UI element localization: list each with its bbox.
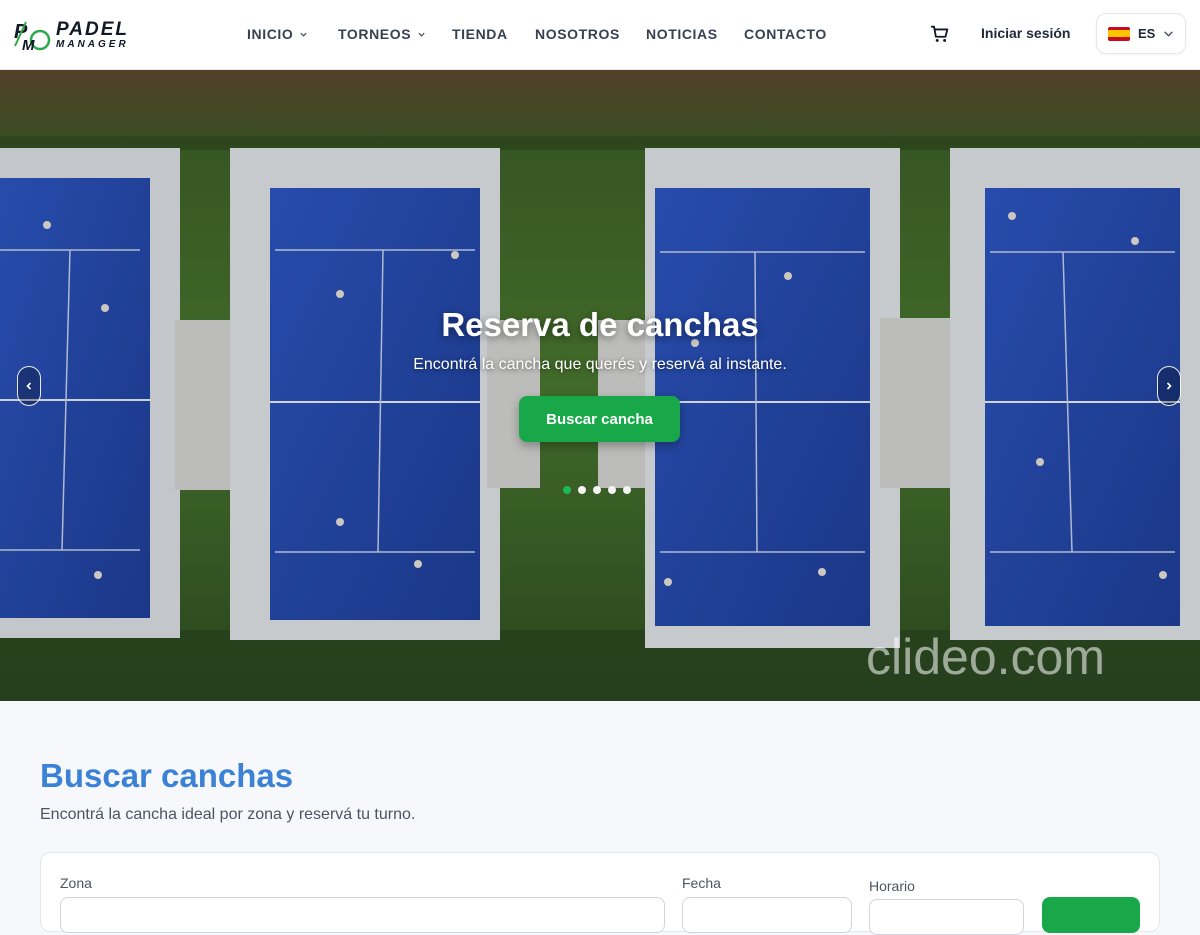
carousel-dot[interactable]: [608, 486, 616, 494]
chevron-down-icon: [300, 32, 308, 37]
nav-item-label: CONTACTO: [744, 26, 827, 42]
hero-subtitle: Encontrá la cancha que querés y reservá …: [413, 356, 787, 373]
nav-item-torneos[interactable]: TORNEOS: [338, 25, 426, 43]
find-court-button[interactable]: Buscar cancha: [519, 396, 680, 442]
zona-label: Zona: [60, 875, 92, 891]
top-navbar: P M PADEL MANAGER INICIO TORNEOS TIENDA …: [0, 0, 1200, 70]
spain-flag-icon: [1108, 26, 1130, 41]
nav-item-inicio[interactable]: INICIO: [247, 25, 308, 43]
search-submit-button[interactable]: [1042, 897, 1140, 933]
nav-item-tienda[interactable]: TIENDA: [452, 25, 508, 43]
cart-icon[interactable]: [929, 23, 951, 45]
chevron-down-icon: [418, 32, 425, 37]
chevron-right-icon: [1166, 382, 1172, 390]
section-subtitle: Encontrá la cancha ideal por zona y rese…: [40, 806, 416, 823]
hero-background-image: [0, 70, 1200, 701]
carousel-dot[interactable]: [563, 486, 571, 494]
carousel-dot[interactable]: [623, 486, 631, 494]
chevron-down-icon: [1164, 31, 1174, 37]
hero-title: Reserva de canchas: [441, 306, 759, 343]
brand-word-manager: MANAGER: [56, 39, 129, 50]
watermark: clideo.com: [866, 629, 1105, 685]
svg-text:M: M: [22, 37, 35, 54]
chevron-left-icon: [26, 382, 32, 390]
carousel-indicators: [563, 486, 631, 494]
section-title: Buscar canchas: [40, 757, 294, 794]
hero-carousel: Reserva de canchas Encontrá la cancha qu…: [0, 70, 1200, 701]
nav-item-contacto[interactable]: CONTACTO: [744, 25, 827, 43]
horario-select[interactable]: [869, 899, 1024, 935]
search-courts-section: Buscar canchas Encontrá la cancha ideal …: [0, 701, 1200, 935]
fecha-label: Fecha: [682, 875, 721, 891]
fecha-input[interactable]: [682, 897, 852, 933]
nav-item-label: TORNEOS: [338, 26, 412, 42]
carousel-prev-button[interactable]: [17, 366, 41, 406]
nav-item-label: NOTICIAS: [646, 26, 718, 42]
zona-select[interactable]: [60, 897, 665, 933]
nav-item-label: INICIO: [247, 26, 294, 42]
search-form-card: Zona Fecha Horario: [40, 852, 1160, 935]
nav-item-nosotros[interactable]: NOSOTROS: [535, 25, 620, 43]
padel-manager-logo-icon: P M: [14, 21, 51, 54]
language-selector[interactable]: ES: [1096, 13, 1186, 54]
login-link[interactable]: Iniciar sesión: [981, 25, 1070, 41]
nav-item-label: NOSOTROS: [535, 26, 620, 42]
horario-label: Horario: [869, 878, 915, 894]
carousel-next-button[interactable]: [1157, 366, 1181, 406]
brand-logo[interactable]: P M PADEL MANAGER: [12, 16, 154, 54]
carousel-dot[interactable]: [593, 486, 601, 494]
language-code: ES: [1138, 26, 1156, 41]
nav-item-noticias[interactable]: NOTICIAS: [646, 25, 718, 43]
nav-item-label: TIENDA: [452, 26, 508, 42]
carousel-dot[interactable]: [578, 486, 586, 494]
brand-word-padel: PADEL: [56, 19, 129, 40]
brand-name: PADEL MANAGER: [56, 20, 129, 50]
